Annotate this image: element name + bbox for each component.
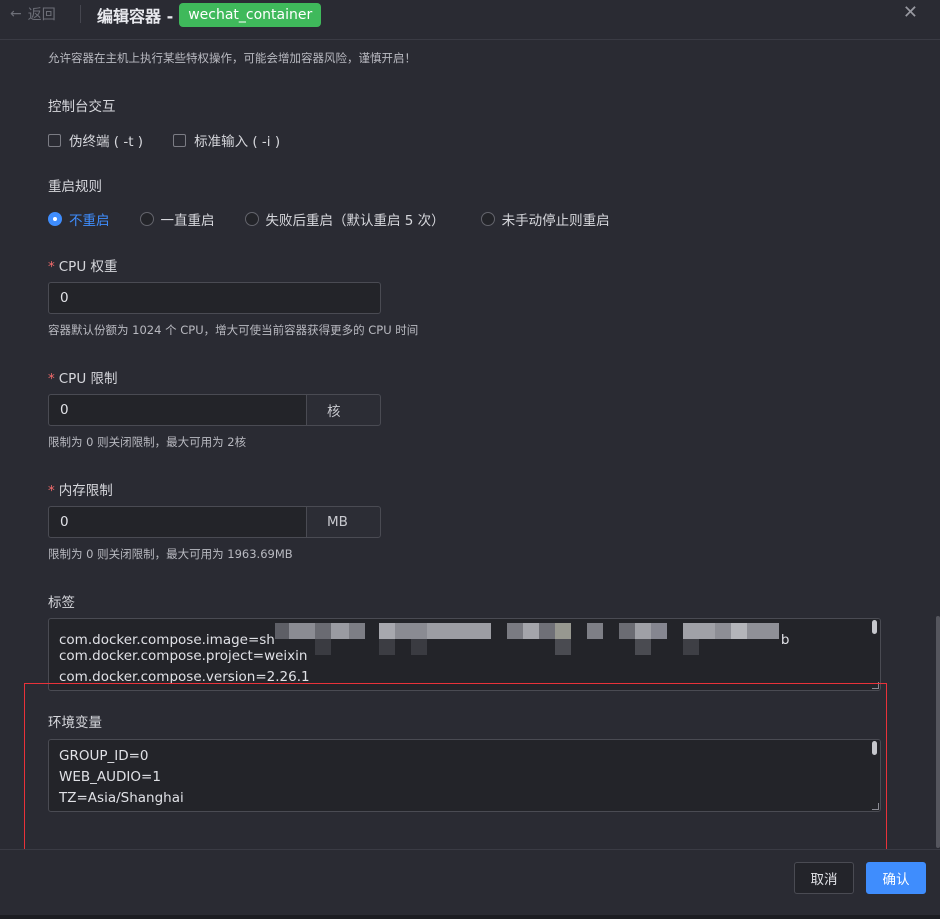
console-options: 伪终端 ( -t ) 标准输入 ( -i ) — [48, 130, 310, 150]
cpu-weight-label-text: CPU 权重 — [58, 259, 118, 275]
resize-handle-icon[interactable] — [872, 682, 879, 689]
stdin-checkbox-label: 标准输入 ( -i ) — [194, 134, 281, 150]
label-line-suffix: b — [780, 632, 790, 648]
radio-always-restart[interactable]: 一直重启 — [139, 209, 215, 229]
restart-options: 不重启 一直重启 失败后重启（默认重启 5 次） 未手动停止则重启 — [48, 209, 610, 229]
dialog-title-text: 编辑容器 - — [97, 7, 174, 26]
cpu-limit-input[interactable]: 0 — [48, 394, 306, 426]
dialog-footer: 取消 确认 — [0, 849, 940, 919]
checkbox-icon[interactable] — [48, 133, 61, 147]
label-line: com.docker.compose.image=sh b — [59, 623, 870, 655]
dialog-body: 允许容器在主机上执行某些特权操作，可能会增加容器风险，谨慎开启！ 控制台交互 伪… — [0, 41, 940, 850]
memory-limit-input[interactable]: 0 — [48, 506, 306, 538]
cpu-limit-input-group: 0 核 — [48, 394, 381, 426]
env-label: 环境变量 — [48, 715, 102, 731]
radio-no-restart-label: 不重启 — [69, 213, 110, 229]
cpu-limit-hint: 限制为 0 则关闭限制，最大可用为 2核 — [48, 435, 247, 449]
radio-on-failure-label: 失败后重启（默认重启 5 次） — [265, 213, 445, 229]
arrow-left-icon: ← — [10, 6, 22, 22]
required-mark: * — [48, 483, 55, 499]
radio-always-restart-label: 一直重启 — [160, 213, 215, 229]
textarea-scrollbar[interactable] — [872, 741, 877, 755]
memory-limit-value: 0 — [60, 514, 69, 530]
memory-limit-input-group: 0 MB — [48, 506, 381, 538]
bottom-edge — [0, 915, 940, 919]
dialog-title: 编辑容器 - wechat_container — [97, 3, 322, 27]
radio-unless-stopped-label: 未手动停止则重启 — [501, 213, 610, 229]
container-name-tag: wechat_container — [179, 3, 322, 27]
header-divider — [80, 5, 81, 23]
label-line: com.docker.compose.version=2.26.1 — [59, 669, 310, 685]
tty-checkbox-label: 伪终端 ( -t ) — [69, 134, 144, 150]
memory-limit-label-text: 内存限制 — [58, 483, 113, 499]
redacted-mosaic — [274, 623, 781, 655]
console-label: 控制台交互 — [48, 99, 116, 115]
back-button[interactable]: ← 返回 — [10, 6, 56, 23]
resize-handle-icon[interactable] — [872, 803, 879, 810]
labels-textarea[interactable]: com.docker.compose.image=sh b com.docker… — [48, 618, 881, 691]
radio-checked-icon[interactable] — [48, 212, 62, 226]
cpu-weight-input[interactable]: 0 — [48, 282, 381, 314]
confirm-button[interactable]: 确认 — [866, 862, 926, 894]
memory-limit-label: * 内存限制 — [48, 479, 113, 499]
cpu-limit-label: * CPU 限制 — [48, 367, 118, 387]
labels-label: 标签 — [48, 595, 75, 611]
close-icon[interactable]: ✕ — [903, 3, 918, 23]
radio-on-failure[interactable]: 失败后重启（默认重启 5 次） — [244, 209, 445, 229]
cpu-limit-unit: 核 — [306, 394, 381, 426]
cpu-limit-label-text: CPU 限制 — [58, 371, 118, 387]
privileged-hint: 允许容器在主机上执行某些特权操作，可能会增加容器风险，谨慎开启！ — [48, 51, 416, 65]
checkbox-icon[interactable] — [173, 133, 187, 147]
env-textarea[interactable]: GROUP_ID=0 WEB_AUDIO=1 TZ=Asia/Shanghai — [48, 739, 881, 812]
radio-no-restart[interactable]: 不重启 — [48, 209, 110, 229]
dialog-header: ← 返回 编辑容器 - wechat_container ✕ — [0, 0, 940, 40]
radio-icon[interactable] — [139, 212, 154, 226]
radio-unless-stopped[interactable]: 未手动停止则重启 — [480, 209, 610, 229]
env-line: WEB_AUDIO=1 — [59, 769, 161, 785]
textarea-scrollbar[interactable] — [872, 620, 877, 634]
cpu-weight-label: * CPU 权重 — [48, 255, 118, 275]
memory-limit-hint: 限制为 0 则关闭限制，最大可用为 1963.69MB — [48, 547, 293, 561]
restart-label: 重启规则 — [48, 179, 102, 195]
back-label: 返回 — [27, 7, 56, 23]
page-scrollbar[interactable] — [936, 616, 940, 848]
tty-checkbox[interactable]: 伪终端 ( -t ) — [48, 130, 143, 150]
radio-icon[interactable] — [244, 212, 259, 226]
required-mark: * — [48, 259, 55, 275]
cpu-weight-value: 0 — [60, 290, 69, 306]
cpu-weight-hint: 容器默认份额为 1024 个 CPU，增大可使当前容器获得更多的 CPU 时间 — [48, 323, 419, 337]
stdin-checkbox[interactable]: 标准输入 ( -i ) — [173, 130, 280, 150]
radio-icon[interactable] — [480, 212, 495, 226]
env-line: GROUP_ID=0 — [59, 748, 149, 764]
env-line: TZ=Asia/Shanghai — [59, 790, 184, 806]
cpu-limit-value: 0 — [60, 402, 69, 418]
required-mark: * — [48, 371, 55, 387]
cancel-button[interactable]: 取消 — [794, 862, 854, 894]
memory-limit-unit: MB — [306, 506, 381, 538]
